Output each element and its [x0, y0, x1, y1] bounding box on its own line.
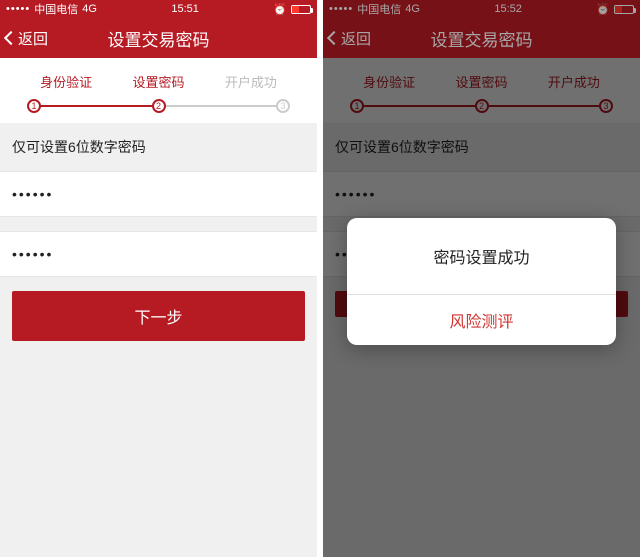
- clock-label: 15:52: [494, 3, 522, 15]
- step-node-2: 2: [475, 99, 489, 113]
- dialog-message: 密码设置成功: [347, 218, 616, 294]
- step-label-1: 身份验证: [363, 72, 415, 91]
- hint-text: 仅可设置6位数字密码: [0, 123, 317, 171]
- signal-dots-icon: •••••: [329, 3, 353, 15]
- phone-left: ••••• 中国电信 4G 15:51 ⏰ 返回 设置交易密码 身份验证 设置密…: [0, 0, 317, 557]
- signal-dots-icon: •••••: [6, 3, 30, 15]
- step-line-2: [159, 105, 284, 107]
- progress-steps: 身份验证 设置密码 开户成功 1 2 3: [0, 58, 317, 123]
- alarm-icon: ⏰: [596, 3, 610, 16]
- step-label-2: 设置密码: [132, 72, 184, 91]
- nav-bar: 返回 设置交易密码: [323, 18, 640, 58]
- status-bar: ••••• 中国电信 4G 15:52 ⏰: [323, 0, 640, 18]
- dialog-action-button[interactable]: 风险测评: [347, 294, 616, 345]
- step-label-2: 设置密码: [455, 72, 507, 91]
- password-input-2[interactable]: ••••••: [0, 231, 317, 277]
- carrier-label: 中国电信: [357, 1, 401, 17]
- phone-right: ••••• 中国电信 4G 15:52 ⏰ 返回 设置交易密码 身份验证 设置密…: [323, 0, 640, 557]
- step-label-1: 身份验证: [40, 72, 92, 91]
- step-node-3: 3: [276, 99, 290, 113]
- step-line-1: [357, 105, 482, 107]
- step-line-1: [34, 105, 159, 107]
- success-dialog: 密码设置成功 风险测评: [347, 218, 616, 345]
- network-label: 4G: [405, 3, 420, 15]
- carrier-label: 中国电信: [34, 1, 78, 17]
- step-label-3: 开户成功: [548, 72, 600, 91]
- alarm-icon: ⏰: [273, 3, 287, 16]
- page-title: 设置交易密码: [0, 26, 317, 51]
- step-node-1: 1: [27, 99, 41, 113]
- status-bar: ••••• 中国电信 4G 15:51 ⏰: [0, 0, 317, 18]
- step-node-3: 3: [599, 99, 613, 113]
- hint-text: 仅可设置6位数字密码: [323, 123, 640, 171]
- battery-icon: [291, 5, 311, 14]
- step-label-3: 开户成功: [225, 72, 277, 91]
- step-line-2: [482, 105, 607, 107]
- password-input-1[interactable]: ••••••: [0, 171, 317, 217]
- progress-steps: 身份验证 设置密码 开户成功 1 2 3: [323, 58, 640, 123]
- password-input-1[interactable]: ••••••: [323, 171, 640, 217]
- next-button[interactable]: 下一步: [12, 291, 305, 341]
- step-node-1: 1: [350, 99, 364, 113]
- step-node-2: 2: [152, 99, 166, 113]
- network-label: 4G: [82, 3, 97, 15]
- clock-label: 15:51: [171, 3, 199, 15]
- battery-icon: [614, 5, 634, 14]
- page-title: 设置交易密码: [323, 26, 640, 51]
- nav-bar: 返回 设置交易密码: [0, 18, 317, 58]
